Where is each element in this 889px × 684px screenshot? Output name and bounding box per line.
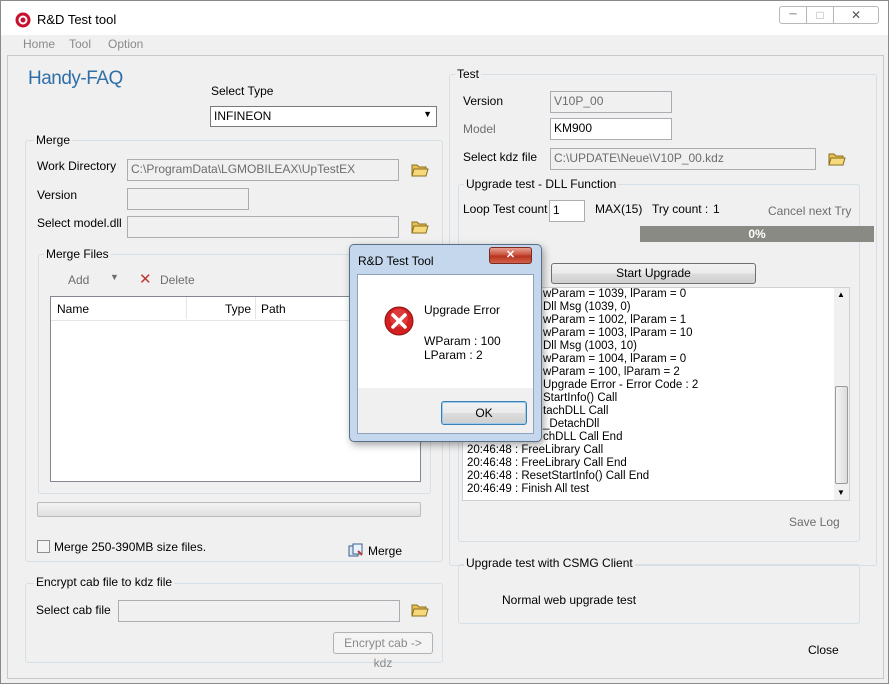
select-cab-field[interactable] bbox=[118, 600, 400, 622]
merge-progress-bar bbox=[37, 502, 421, 517]
model-field[interactable]: KM900 bbox=[550, 118, 672, 140]
close-button[interactable]: ✕ bbox=[833, 6, 879, 24]
merge-group-title: Merge bbox=[34, 133, 73, 147]
select-type-dropdown[interactable]: INFINEON ▼ bbox=[210, 106, 437, 127]
dialog-wparam: WParam : 100 bbox=[424, 334, 501, 348]
column-type[interactable]: Type bbox=[225, 302, 251, 316]
kdz-field[interactable]: C:\UPDATE\Neue\V10P_00.kdz bbox=[550, 148, 816, 170]
test-version-field[interactable]: V10P_00 bbox=[550, 91, 672, 113]
test-version-label: Version bbox=[463, 94, 504, 108]
merge-files-title: Merge Files bbox=[44, 247, 111, 261]
open-folder-icon[interactable] bbox=[411, 162, 429, 178]
loop-count-field[interactable]: 1 bbox=[549, 200, 585, 222]
max-label: MAX(15) bbox=[595, 202, 643, 216]
dialog-content: Upgrade Error WParam : 100 LParam : 2 bbox=[358, 275, 533, 388]
encrypt-button[interactable]: Encrypt cab -> kdz bbox=[333, 632, 433, 670]
maximize-button[interactable]: □ bbox=[806, 6, 834, 24]
try-count-value: 1 bbox=[713, 202, 720, 216]
handy-faq-logo: Handy-FAQ bbox=[28, 68, 123, 89]
menu-tool[interactable]: Tool bbox=[69, 37, 91, 51]
open-folder-icon[interactable] bbox=[411, 219, 429, 235]
menu-bar: Home Tool Option bbox=[7, 35, 884, 55]
chevron-down-icon: ▼ bbox=[423, 109, 432, 119]
chevron-down-icon[interactable]: ▼ bbox=[110, 272, 119, 282]
log-scroll-thumb[interactable] bbox=[835, 386, 848, 484]
minimize-button[interactable]: ─ bbox=[779, 6, 807, 24]
log-scrollbar[interactable]: ▲ ▼ bbox=[834, 288, 849, 500]
dll-group-title: Upgrade test - DLL Function bbox=[464, 177, 619, 191]
merge-size-checkbox[interactable] bbox=[37, 540, 50, 553]
column-path[interactable]: Path bbox=[261, 302, 286, 316]
open-folder-icon[interactable] bbox=[828, 151, 846, 167]
dialog-title: R&D Test Tool bbox=[358, 254, 434, 268]
dialog-body: Upgrade Error WParam : 100 LParam : 2 OK bbox=[357, 274, 534, 434]
try-count-label: Try count : bbox=[652, 202, 709, 216]
log-line: 20:46:49 : Finish All test bbox=[467, 483, 590, 495]
title-bar: R&D Test tool ─ □ ✕ bbox=[1, 1, 888, 35]
dialog-ok-button[interactable]: OK bbox=[441, 401, 527, 425]
upgrade-progress-bar: 0% bbox=[640, 226, 874, 242]
merge-icon bbox=[348, 543, 363, 557]
model-label: Model bbox=[463, 122, 496, 136]
work-directory-field[interactable]: C:\ProgramData\LGMOBILEAX\UpTestEX bbox=[127, 159, 399, 181]
dialog-lparam: LParam : 2 bbox=[424, 348, 483, 362]
menu-option[interactable]: Option bbox=[108, 37, 143, 51]
loop-count-label: Loop Test count bbox=[463, 202, 548, 216]
version-label: Version bbox=[37, 188, 78, 202]
start-upgrade-button[interactable]: Start Upgrade bbox=[551, 263, 756, 284]
merge-size-label: Merge 250-390MB size files. bbox=[54, 540, 207, 554]
upgrade-progress-text: 0% bbox=[748, 227, 766, 241]
work-directory-label: Work Directory bbox=[37, 159, 117, 173]
log-line: 20:46:48 : FreeLibrary Call bbox=[467, 444, 604, 456]
column-divider bbox=[255, 297, 256, 319]
close-main-button[interactable]: Close bbox=[808, 643, 839, 657]
select-type-label: Select Type bbox=[211, 84, 274, 98]
column-divider bbox=[186, 297, 187, 319]
merge-button[interactable]: Merge bbox=[368, 544, 402, 558]
kdz-label: Select kdz file bbox=[463, 150, 538, 164]
menu-home[interactable]: Home bbox=[23, 37, 55, 51]
csmg-group-title: Upgrade test with CSMG Client bbox=[464, 556, 635, 570]
select-model-field[interactable] bbox=[127, 216, 399, 238]
app-icon bbox=[15, 12, 31, 28]
open-folder-icon[interactable] bbox=[411, 602, 429, 618]
scroll-down-icon[interactable]: ▼ bbox=[837, 488, 845, 497]
select-cab-label: Select cab file bbox=[36, 603, 111, 617]
encrypt-group-title: Encrypt cab file to kdz file bbox=[34, 575, 175, 589]
scroll-up-icon[interactable]: ▲ bbox=[837, 290, 845, 299]
delete-x-icon: ✕ bbox=[139, 271, 152, 288]
log-line: 20:46:48 : FreeLibrary Call End bbox=[467, 457, 627, 469]
normal-web-upgrade-test[interactable]: Normal web upgrade test bbox=[502, 593, 636, 607]
column-name[interactable]: Name bbox=[57, 302, 89, 316]
dialog-close-button[interactable]: ✕ bbox=[489, 247, 532, 264]
dialog-heading: Upgrade Error bbox=[424, 303, 501, 317]
select-type-value: INFINEON bbox=[214, 109, 272, 123]
error-dialog: R&D Test Tool ✕ Upgrade Error WParam : 1… bbox=[349, 244, 542, 442]
list-header: Name Type Path bbox=[51, 297, 351, 321]
delete-button[interactable]: Delete bbox=[160, 273, 195, 287]
cancel-next-try[interactable]: Cancel next Try bbox=[768, 204, 851, 218]
error-icon bbox=[384, 306, 414, 336]
save-log-button[interactable]: Save Log bbox=[789, 515, 840, 529]
add-button[interactable]: Add bbox=[68, 273, 89, 287]
test-group-title: Test bbox=[455, 67, 482, 81]
log-line: 20:46:48 : ResetStartInfo() Call End bbox=[467, 470, 650, 482]
window-title: R&D Test tool bbox=[37, 12, 117, 27]
select-model-label: Select model.dll bbox=[37, 216, 122, 230]
version-field[interactable] bbox=[127, 188, 249, 210]
